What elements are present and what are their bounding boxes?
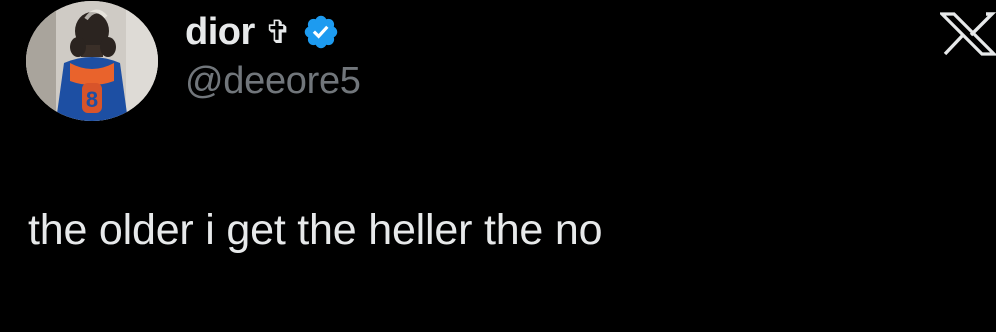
cross-emoji-icon: ✞ [264,13,292,51]
svg-text:8: 8 [86,87,98,112]
tweet-text: the older i get the heller the no [28,206,603,254]
author-name-row: dior ✞ [185,8,340,56]
x-logo-icon [940,12,996,56]
verified-badge-icon [302,13,340,51]
author-handle[interactable]: @deeore5 [185,62,361,100]
tweet-card: 8 dior ✞ @deeore5 the older i get the he… [0,0,996,332]
avatar[interactable]: 8 [26,1,158,121]
display-name[interactable]: dior [185,13,255,51]
